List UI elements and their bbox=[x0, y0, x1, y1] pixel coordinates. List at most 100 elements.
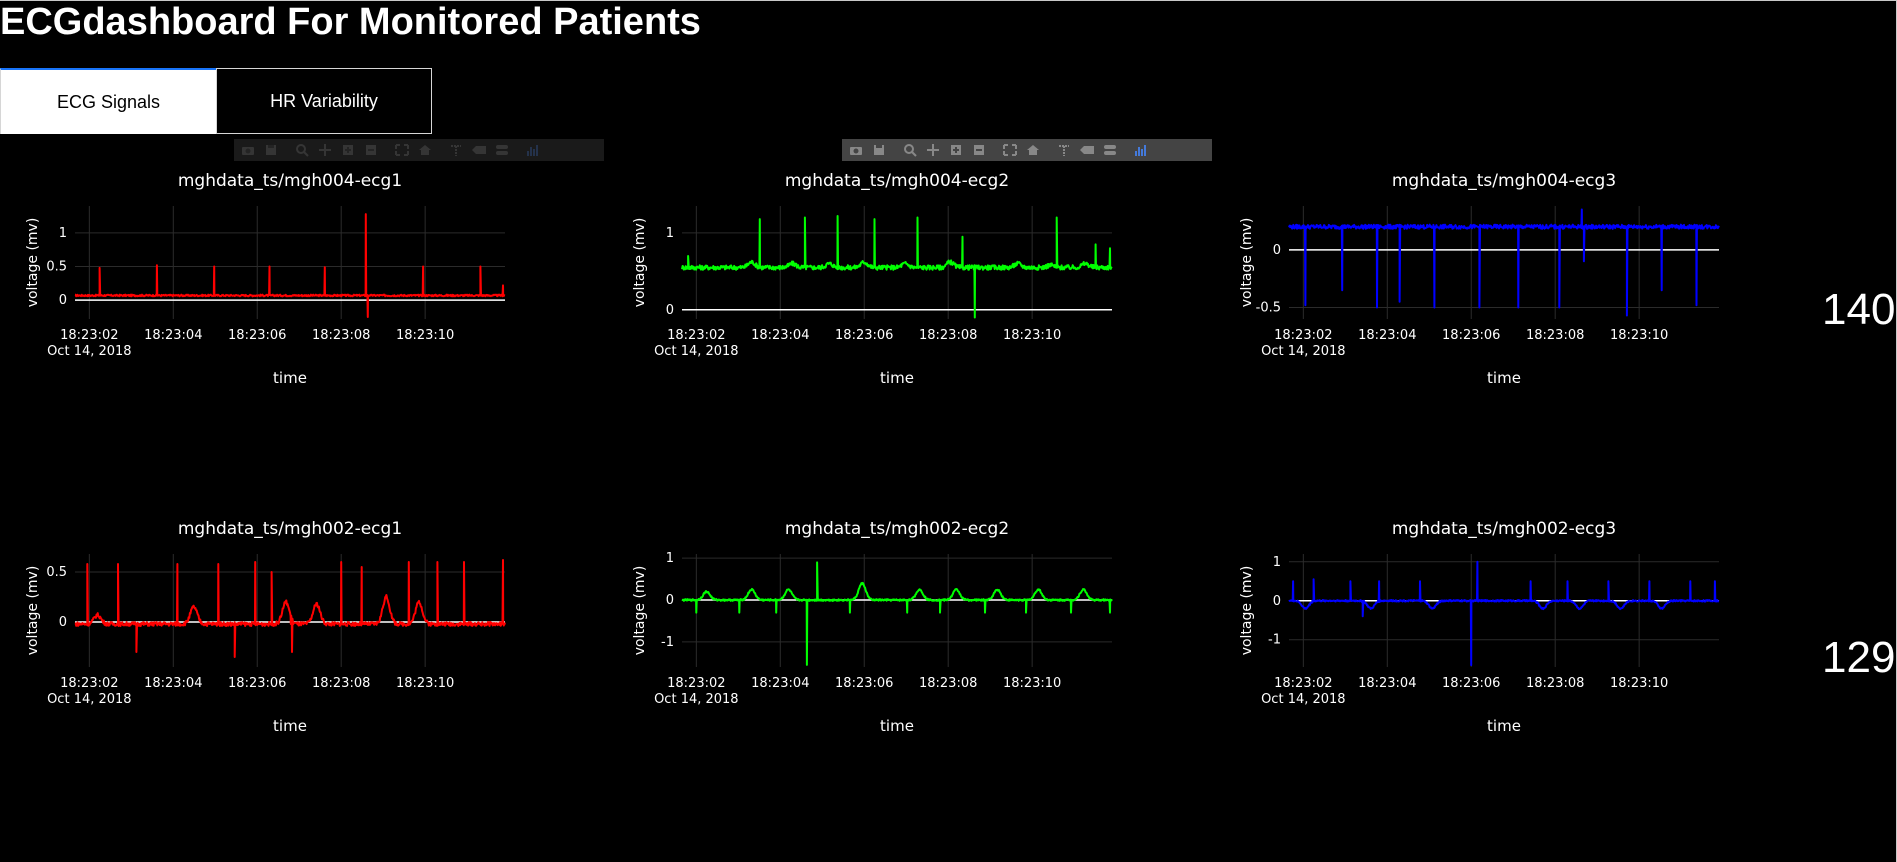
zoom-out-icon[interactable] bbox=[361, 142, 381, 158]
x-tick-label: 18:23:08 bbox=[1526, 676, 1584, 691]
x-tick-label: 18:23:02 bbox=[1274, 328, 1332, 343]
autoscale-icon[interactable] bbox=[392, 142, 412, 158]
heart-rate-value: 140 bbox=[1822, 285, 1896, 334]
ecg-trace bbox=[1288, 208, 1720, 317]
zoom-in-icon[interactable] bbox=[338, 142, 358, 158]
y-tick-label: 0 bbox=[59, 293, 67, 308]
x-tick-label: 18:23:08 bbox=[919, 328, 977, 343]
tab-bar: ECG Signals HR Variability bbox=[0, 68, 432, 134]
x-tick-label: 18:23:06 bbox=[835, 676, 893, 691]
plotly-logo-icon[interactable] bbox=[523, 142, 543, 158]
y-axis-label: voltage (mv) bbox=[632, 218, 648, 308]
x-tick-label: 18:23:06 bbox=[1442, 676, 1500, 691]
camera-icon[interactable] bbox=[846, 142, 866, 158]
home-icon[interactable] bbox=[1023, 142, 1043, 158]
y-tick-label: 1 bbox=[59, 226, 67, 241]
y-tick-label: 0 bbox=[59, 615, 67, 630]
ecg-chart-mgh002-ecg2[interactable]: mghdata_ts/mgh002-ecg2 18:23:02 18:23:04 18… bbox=[632, 519, 1152, 809]
spike-lines-icon[interactable] bbox=[446, 142, 466, 158]
y-tick-label: 0.5 bbox=[46, 565, 67, 580]
plot-modebar-faded[interactable] bbox=[234, 139, 604, 161]
x-tick-label: 18:23:10 bbox=[1003, 328, 1061, 343]
x-tick-label: 18:23:10 bbox=[1003, 676, 1061, 691]
spike-lines-icon[interactable] bbox=[1054, 142, 1074, 158]
zoom-icon[interactable] bbox=[292, 142, 312, 158]
x-tick-label: 18:23:06 bbox=[1442, 328, 1500, 343]
chart-title: mghdata_ts/mgh002-ecg3 bbox=[1392, 519, 1616, 539]
plot-modebar[interactable] bbox=[842, 139, 1212, 161]
y-tick-label: 0 bbox=[1273, 243, 1281, 258]
x-date-label: Oct 14, 2018 bbox=[47, 344, 132, 359]
y-tick-label: 0 bbox=[666, 593, 674, 608]
ecg-trace bbox=[681, 215, 1113, 319]
hover-closest-icon[interactable] bbox=[1077, 142, 1097, 158]
zoom-in-icon[interactable] bbox=[946, 142, 966, 158]
y-tick-label: 1 bbox=[1273, 555, 1281, 570]
x-tick-label: 18:23:02 bbox=[667, 676, 725, 691]
save-icon[interactable] bbox=[869, 142, 889, 158]
x-date-label: Oct 14, 2018 bbox=[47, 692, 132, 707]
x-axis-label: time bbox=[1487, 717, 1521, 735]
x-tick-label: 18:23:04 bbox=[1358, 328, 1416, 343]
ecg-chart-mgh004-ecg3[interactable]: mghdata_ts/mgh004-ecg3 18:23:02 18:23:04 18… bbox=[1239, 171, 1759, 461]
chart-title: mghdata_ts/mgh002-ecg2 bbox=[785, 519, 1009, 539]
pan-icon[interactable] bbox=[923, 142, 943, 158]
x-tick-label: 18:23:04 bbox=[1358, 676, 1416, 691]
y-tick-label: 0.5 bbox=[46, 260, 67, 275]
autoscale-icon[interactable] bbox=[1000, 142, 1020, 158]
x-tick-label: 18:23:02 bbox=[667, 328, 725, 343]
y-tick-label: 0 bbox=[1273, 594, 1281, 609]
chart-title: mghdata_ts/mgh002-ecg1 bbox=[178, 519, 402, 539]
x-tick-label: 18:23:02 bbox=[1274, 676, 1332, 691]
tab-ecg-signals[interactable]: ECG Signals bbox=[0, 68, 216, 134]
zoom-out-icon[interactable] bbox=[969, 142, 989, 158]
ecg-chart-mgh004-ecg1[interactable]: mghdata_ts/mgh004-ecg1 18:23:02 18:23:04 18… bbox=[25, 171, 545, 461]
x-tick-label: 18:23:06 bbox=[835, 328, 893, 343]
ecg-trace bbox=[1288, 560, 1720, 667]
home-icon[interactable] bbox=[415, 142, 435, 158]
ecg-chart-mgh004-ecg2[interactable]: mghdata_ts/mgh004-ecg2 18:23:02 18:23:04 18… bbox=[632, 171, 1152, 461]
x-tick-label: 18:23:04 bbox=[751, 676, 809, 691]
ecg-chart-mgh002-ecg3[interactable]: mghdata_ts/mgh002-ecg3 18:23:02 18:23:04 18… bbox=[1239, 519, 1759, 809]
x-tick-label: 18:23:04 bbox=[144, 328, 202, 343]
x-tick-label: 18:23:02 bbox=[60, 676, 118, 691]
y-tick-label: 1 bbox=[666, 226, 674, 241]
x-axis-label: time bbox=[1487, 369, 1521, 387]
chart-title: mghdata_ts/mgh004-ecg2 bbox=[785, 171, 1009, 191]
hover-compare-icon[interactable] bbox=[492, 142, 512, 158]
ecg-trace bbox=[74, 213, 506, 318]
x-tick-label: 18:23:08 bbox=[1526, 328, 1584, 343]
hover-closest-icon[interactable] bbox=[469, 142, 489, 158]
page-title: ECGdashboard For Monitored Patients bbox=[0, 1, 701, 43]
zoom-icon[interactable] bbox=[900, 142, 920, 158]
x-date-label: Oct 14, 2018 bbox=[1261, 344, 1346, 359]
ecg-trace bbox=[681, 561, 1113, 666]
y-tick-label: -1 bbox=[661, 635, 674, 650]
x-tick-label: 18:23:06 bbox=[228, 328, 286, 343]
y-tick-label: -0.5 bbox=[1256, 300, 1281, 315]
x-axis-label: time bbox=[273, 369, 307, 387]
x-date-label: Oct 14, 2018 bbox=[1261, 692, 1346, 707]
camera-icon[interactable] bbox=[238, 142, 258, 158]
chart-title: mghdata_ts/mgh004-ecg3 bbox=[1392, 171, 1616, 191]
ecg-trace bbox=[74, 559, 506, 658]
x-tick-label: 18:23:04 bbox=[144, 676, 202, 691]
x-tick-label: 18:23:10 bbox=[1610, 328, 1668, 343]
hover-compare-icon[interactable] bbox=[1100, 142, 1120, 158]
y-axis-label: voltage (mv) bbox=[25, 218, 41, 308]
pan-icon[interactable] bbox=[315, 142, 335, 158]
x-axis-label: time bbox=[880, 717, 914, 735]
x-tick-label: 18:23:10 bbox=[1610, 676, 1668, 691]
x-axis-label: time bbox=[880, 369, 914, 387]
x-tick-label: 18:23:02 bbox=[60, 328, 118, 343]
x-axis-label: time bbox=[273, 717, 307, 735]
save-icon[interactable] bbox=[261, 142, 281, 158]
x-tick-label: 18:23:10 bbox=[396, 676, 454, 691]
x-date-label: Oct 14, 2018 bbox=[654, 344, 739, 359]
y-tick-label: -1 bbox=[1268, 633, 1281, 648]
heart-rate-value: 129 bbox=[1822, 633, 1896, 682]
tab-hr-variability[interactable]: HR Variability bbox=[216, 68, 432, 134]
plotly-logo-icon[interactable] bbox=[1131, 142, 1151, 158]
ecg-chart-mgh002-ecg1[interactable]: mghdata_ts/mgh002-ecg1 18:23:02 18:23:04 18… bbox=[25, 519, 545, 809]
y-axis-label: voltage (mv) bbox=[1239, 566, 1255, 656]
